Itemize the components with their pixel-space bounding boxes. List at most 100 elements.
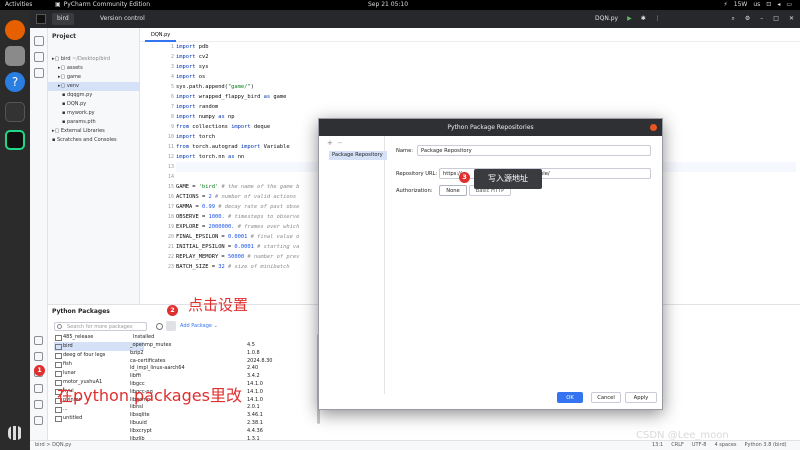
- installed-header[interactable]: Installed: [128, 333, 298, 342]
- python-packages-tool-icon[interactable]: [34, 336, 43, 345]
- tree-item[interactable]: ▸▢ External Libraries: [48, 127, 140, 136]
- package-row[interactable]: ld_impl_linux-aarch64 2.40: [128, 365, 298, 373]
- line-number: 13: [167, 164, 174, 170]
- more-tools-icon[interactable]: [34, 68, 44, 78]
- code-token: import: [231, 124, 251, 130]
- app-menu[interactable]: ▣ PyCharm Community Edition: [55, 0, 150, 10]
- activities-button[interactable]: Activities: [5, 0, 32, 10]
- dialog-close-icon[interactable]: [650, 124, 657, 131]
- status-item[interactable]: 4 spaces: [714, 441, 736, 450]
- tree-item[interactable]: ▸▢ venv: [48, 82, 140, 91]
- breadcrumb[interactable]: bird > DQN.py: [35, 441, 71, 450]
- package-version: 2024.8.30: [247, 357, 273, 364]
- tree-item-label: External Libraries: [60, 128, 105, 134]
- add-repository-icon[interactable]: +: [327, 139, 333, 147]
- project-pane-title[interactable]: Project: [52, 33, 76, 40]
- console-tool-icon[interactable]: [34, 352, 43, 361]
- line-number: 20: [167, 234, 174, 240]
- package-row[interactable]: libuuid 2.38.1: [128, 420, 298, 428]
- remove-repository-icon[interactable]: −: [337, 139, 343, 147]
- package-row[interactable]: libxcrypt 4.4.36: [128, 428, 298, 436]
- terminal-tool-icon[interactable]: [34, 384, 43, 393]
- minimize-icon[interactable]: –: [760, 10, 763, 28]
- tree-item[interactable]: ▸▢ game: [48, 73, 140, 82]
- code-line[interactable]: import random: [176, 102, 796, 112]
- folder-icon: ▸▢: [58, 65, 67, 71]
- project-tool-icon[interactable]: [34, 36, 44, 46]
- battery-icon: ▭: [786, 1, 792, 8]
- window-controls[interactable]: ⌕ ⚙ – □ ✕: [732, 10, 794, 28]
- git-tool-icon[interactable]: [34, 416, 43, 425]
- main-menu-icon[interactable]: [36, 14, 46, 24]
- clock[interactable]: Sep 21 05:10: [368, 0, 408, 10]
- code-token: import: [240, 144, 261, 150]
- more-icon[interactable]: ⋮: [655, 10, 661, 28]
- package-row[interactable]: libsqlite 3.46.1: [128, 412, 298, 420]
- package-search-input[interactable]: Search for more packages: [54, 322, 147, 331]
- code-line[interactable]: import wrapped_flappy_bird as game: [176, 92, 796, 102]
- tree-item[interactable]: ▪ dqqgm.py: [48, 91, 140, 100]
- package-row[interactable]: bzip2 1.0.8: [128, 350, 298, 358]
- code-line[interactable]: import os: [176, 72, 796, 82]
- name-field[interactable]: Package Repository: [417, 145, 651, 156]
- vcs-widget[interactable]: Version control: [100, 10, 145, 28]
- structure-tool-icon[interactable]: [34, 52, 44, 62]
- package-row[interactable]: libffi 3.4.2: [128, 373, 298, 381]
- tree-item[interactable]: ▸▢ assets: [48, 64, 140, 73]
- tree-item[interactable]: ▸▢ bird ~/Desktop/bird: [48, 55, 140, 64]
- code-token: 0.99: [201, 204, 215, 210]
- ok-button[interactable]: OK: [557, 392, 583, 403]
- tree-item[interactable]: ▪ params.pth: [48, 118, 140, 127]
- help-icon[interactable]: ?: [5, 72, 25, 92]
- status-item[interactable]: UTF-8: [692, 441, 707, 450]
- project-widget[interactable]: bird: [52, 13, 74, 25]
- code-token: import: [176, 54, 196, 60]
- status-item[interactable]: 13:1: [652, 441, 663, 450]
- add-package-button[interactable]: Add Package ⌄: [180, 323, 218, 329]
- code-line[interactable]: import sys: [176, 62, 796, 72]
- firefox-icon[interactable]: [5, 20, 25, 40]
- refresh-icon[interactable]: [156, 323, 163, 330]
- line-number: 9: [170, 124, 174, 130]
- apply-button[interactable]: Apply: [625, 392, 657, 403]
- tab-dqn-py[interactable]: DQN.py: [145, 28, 177, 42]
- status-item[interactable]: Python 3.8 (bird): [745, 441, 787, 450]
- tree-item[interactable]: ▪ DQN.py: [48, 100, 140, 109]
- package-row[interactable]: _openmp_mutex 4.5: [128, 342, 298, 350]
- run-config[interactable]: DQN.py: [595, 10, 618, 28]
- code-token: REPLAY_MEMORY =: [176, 254, 228, 260]
- code-line[interactable]: import cv2: [176, 52, 796, 62]
- code-token: cv2: [195, 54, 209, 60]
- repository-url-field[interactable]: https://ple/: [439, 168, 651, 179]
- power-label: 15W: [733, 1, 748, 8]
- debug-icon[interactable]: ✱: [641, 10, 646, 28]
- terminal-icon[interactable]: [5, 102, 25, 122]
- status-item[interactable]: CRLF: [671, 441, 684, 450]
- auth-none-button[interactable]: None: [439, 185, 467, 196]
- package-name: bzip2: [130, 349, 144, 356]
- search-icon[interactable]: ⌕: [732, 10, 735, 28]
- code-token: # the name of the game b: [221, 184, 300, 190]
- settings-icon[interactable]: ⚙: [745, 10, 750, 28]
- code-line[interactable]: import pdb: [176, 42, 796, 52]
- run-icon[interactable]: ▶: [627, 10, 632, 28]
- repository-item[interactable]: Package Repository: [329, 151, 387, 160]
- tree-item[interactable]: ▪ mywork.py: [48, 109, 140, 118]
- tree-item[interactable]: ▪ Scratches and Consoles: [48, 136, 140, 145]
- cancel-button[interactable]: Cancel: [591, 392, 621, 403]
- code-line[interactable]: sys.path.append("game/"): [176, 82, 796, 92]
- show-apps-icon[interactable]: [8, 426, 22, 440]
- files-icon[interactable]: [5, 46, 25, 66]
- annotation-tooltip: 写入源地址: [474, 169, 542, 189]
- code-token: "game/": [227, 84, 251, 90]
- problems-tool-icon[interactable]: [34, 400, 43, 409]
- annotation-badge-3: 3: [459, 172, 470, 183]
- run-widget[interactable]: DQN.py ▶ ✱ ⋮: [595, 10, 661, 28]
- close-icon[interactable]: ✕: [789, 10, 794, 28]
- folder-icon: ▸▢: [52, 56, 61, 62]
- repository-settings-icon[interactable]: [166, 321, 176, 331]
- pycharm-dock-icon[interactable]: [5, 130, 25, 150]
- package-row[interactable]: ca-certificates 2024.8.30: [128, 358, 298, 366]
- maximize-icon[interactable]: □: [773, 10, 779, 28]
- system-tray[interactable]: ⚡ 15W us ⊡ ◂ ▭: [724, 0, 792, 10]
